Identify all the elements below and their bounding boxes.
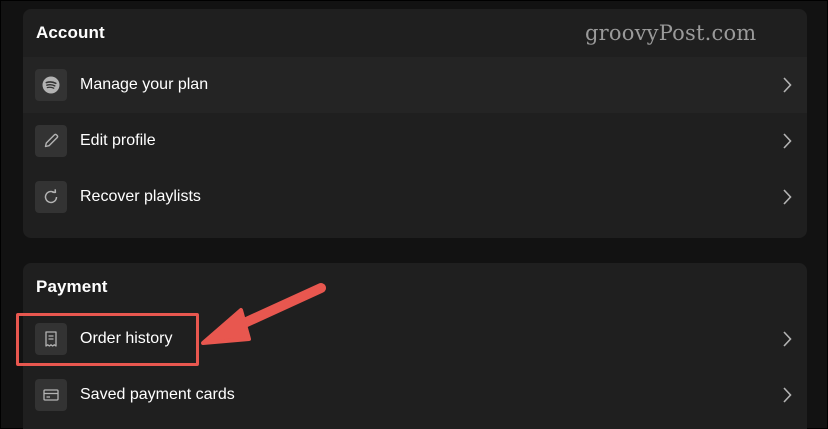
- chevron-right-icon: [777, 75, 797, 95]
- spotify-icon: [35, 69, 67, 101]
- recover-playlists-row[interactable]: Recover playlists: [23, 169, 807, 225]
- account-section-title: Account: [36, 23, 105, 42]
- pencil-icon: [35, 125, 67, 157]
- manage-plan-row[interactable]: Manage your plan: [23, 57, 807, 113]
- edit-profile-row[interactable]: Edit profile: [23, 113, 807, 169]
- saved-payment-cards-label: Saved payment cards: [80, 386, 235, 403]
- refresh-icon: [35, 181, 67, 213]
- chevron-right-icon: [777, 187, 797, 207]
- annotation-arrow-icon: [201, 283, 326, 345]
- recover-playlists-label: Recover playlists: [80, 188, 201, 205]
- chevron-right-icon: [777, 329, 797, 349]
- edit-profile-label: Edit profile: [80, 132, 156, 149]
- chevron-right-icon: [777, 131, 797, 151]
- watermark: groovyPost.com: [585, 21, 757, 45]
- settings-page: Account Manage your plan Edit profile Re…: [0, 0, 828, 429]
- annotation-highlight-box: [16, 313, 199, 366]
- credit-card-icon: [35, 379, 67, 411]
- chevron-right-icon: [777, 385, 797, 405]
- payment-section-title: Payment: [36, 277, 108, 296]
- manage-plan-label: Manage your plan: [80, 76, 209, 93]
- saved-payment-cards-row[interactable]: Saved payment cards: [23, 367, 807, 423]
